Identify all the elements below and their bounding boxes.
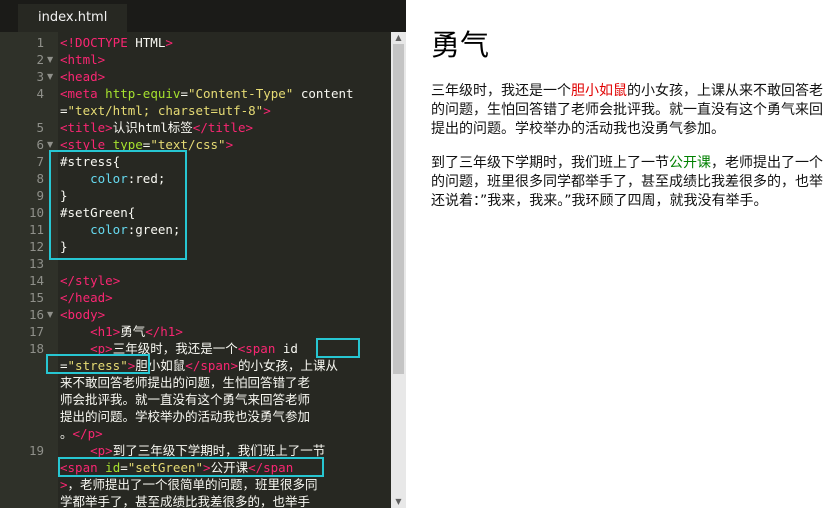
line-number: 3 — [36, 69, 44, 84]
highlight-stress-setgreen-rules — [49, 150, 187, 260]
code-line[interactable]: >，老师提出了一个很简单的问题，班里很多同 — [60, 476, 318, 493]
line-number: 1 — [36, 35, 44, 50]
preview-paragraph-1-line-2: 的问题，生怕回答错了老师会批评我。就一直没有这个勇气来回答老师 — [431, 102, 823, 118]
line-number: 14 — [28, 273, 44, 288]
code-line[interactable]: <head> — [60, 68, 105, 85]
scroll-up-arrow-icon[interactable]: ▲ — [391, 32, 406, 44]
preview-paragraph-1-line-3: 提出的问题。学校举办的活动我也没勇气参加。 — [431, 121, 725, 137]
highlight-stress-value — [46, 354, 150, 374]
highlight-setgreen-span — [58, 457, 324, 477]
code-line[interactable]: 来不敢回答老师提出的问题，生怕回答错了老 — [60, 374, 310, 391]
line-number: 7 — [36, 154, 44, 169]
line-number: 5 — [36, 120, 44, 135]
preview-heading: 勇气 — [431, 28, 490, 62]
preview-paragraph-1-line-1: 三年级时，我还是一个胆小如鼠的小女孩，上课从来不敢回答老师提 — [431, 83, 823, 99]
tab-bar: index.html — [0, 0, 406, 32]
line-number: 19 — [28, 443, 44, 458]
code-line[interactable]: <html> — [60, 51, 105, 68]
line-number: 9 — [36, 188, 44, 203]
line-number: 13 — [28, 256, 44, 271]
line-number: 17 — [28, 324, 44, 339]
code-line[interactable]: 学都举手了，甚至成绩比我差很多的，也举手 — [60, 493, 310, 508]
line-number: 12 — [28, 239, 44, 254]
browser-preview: 勇气 三年级时，我还是一个胆小如鼠的小女孩，上课从来不敢回答老师提 的问题，生怕… — [406, 0, 823, 508]
line-number: 6 — [36, 137, 44, 152]
line-number: 10 — [28, 205, 44, 220]
code-editor[interactable]: index.html 1 <!DOCTYPE HTML> 2 ▼ <html> 3 ▼ <he… — [0, 0, 406, 508]
line-number: 2 — [36, 52, 44, 67]
scrollbar-thumb[interactable] — [393, 44, 404, 374]
fold-arrow-icon[interactable]: ▼ — [47, 306, 53, 323]
line-number: 15 — [28, 290, 44, 305]
stress-span: 胆小如鼠 — [571, 83, 627, 99]
highlight-span-id-open — [316, 338, 360, 358]
code-line[interactable]: <h1>勇气</h1> — [60, 323, 183, 340]
line-number: 4 — [36, 86, 44, 101]
line-number: 18 — [28, 341, 44, 356]
line-number: 8 — [36, 171, 44, 186]
line-number: 16 — [28, 307, 44, 322]
setgreen-span: 公开课 — [669, 155, 711, 171]
code-line[interactable]: 师会批评我。就一直没有这个勇气来回答老师 — [60, 391, 310, 408]
preview-paragraph-2-line-1: 到了三年级下学期时，我们班上了一节公开课，老师提出了一个很简单 — [431, 155, 823, 171]
scroll-down-arrow-icon[interactable]: ▼ — [391, 496, 406, 508]
preview-paragraph-2-line-3: 还说着：”我来，我来。”我环顾了四周，就我没有举手。 — [431, 193, 768, 209]
code-line[interactable]: <body> — [60, 306, 105, 323]
code-line[interactable]: 提出的问题。学校举办的活动我也没勇气参加 — [60, 408, 310, 425]
fold-arrow-icon[interactable]: ▼ — [47, 68, 53, 85]
editor-scrollbar[interactable]: ▲ ▼ — [391, 32, 406, 508]
code-line[interactable]: </style> — [60, 272, 120, 289]
fold-arrow-icon[interactable]: ▼ — [47, 51, 53, 68]
code-line[interactable]: <!DOCTYPE HTML> — [60, 34, 173, 51]
code-line[interactable]: <meta http-equiv="Content-Type" content — [60, 85, 354, 102]
tab-index-html[interactable]: index.html — [18, 4, 128, 32]
code-line[interactable]: ="text/html; charset=utf-8"> — [60, 102, 271, 119]
code-line[interactable]: 。</p> — [60, 425, 103, 442]
code-line[interactable]: </head> — [60, 289, 113, 306]
line-number: 11 — [28, 222, 44, 237]
preview-paragraph-2-line-2: 的问题，班里很多同学都举手了，甚至成绩比我差很多的，也举手了 — [431, 174, 823, 190]
code-line[interactable]: <title>认识html标签</title> — [60, 119, 253, 136]
